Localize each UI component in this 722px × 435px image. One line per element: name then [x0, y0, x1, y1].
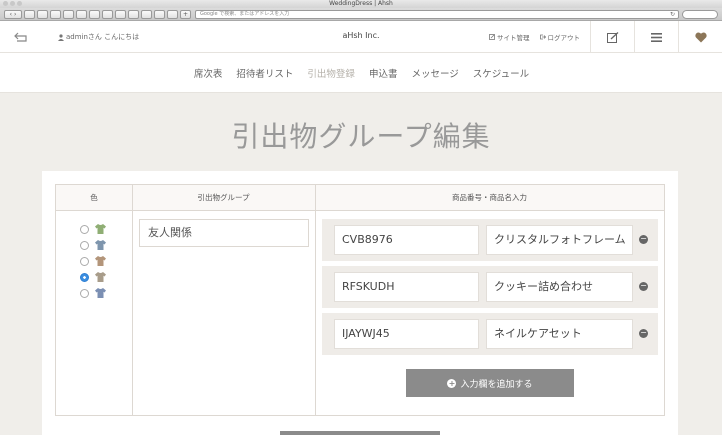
- brand-name[interactable]: aHsh Inc.: [342, 31, 379, 40]
- gift-shirt-icon: [95, 256, 106, 266]
- search-field[interactable]: [682, 10, 718, 19]
- color-options: [80, 221, 120, 301]
- product-name-input[interactable]: クリスタルフォトフレーム: [486, 225, 633, 255]
- menu-button[interactable]: [634, 21, 678, 53]
- color-option[interactable]: [80, 237, 120, 253]
- color-radio[interactable]: [80, 224, 89, 234]
- compose-button[interactable]: [590, 21, 634, 53]
- site-header: adminさん こんにちは aHsh Inc. サイト管理 ログアウト: [0, 21, 722, 53]
- code-icon[interactable]: [115, 9, 126, 19]
- submit-button[interactable]: [280, 431, 440, 435]
- nav-item-schedule[interactable]: スケジュール: [473, 66, 529, 80]
- nav-item-seating[interactable]: 席次表: [194, 66, 223, 80]
- product-name-input[interactable]: ネイルケアセット: [486, 319, 633, 349]
- page-title: 引出物グループ編集: [231, 120, 491, 153]
- window-controls[interactable]: [3, 1, 22, 6]
- table-header: 色 引出物グループ 商品番号・商品名入力: [56, 185, 664, 211]
- reader-icon[interactable]: [63, 9, 74, 19]
- logout-link[interactable]: ログアウト: [539, 32, 581, 42]
- gift-shirt-icon: [95, 288, 106, 298]
- gift-shirt-icon: [95, 240, 106, 250]
- user-greeting: adminさん こんにちは: [58, 32, 139, 42]
- link-icon[interactable]: [167, 9, 178, 19]
- gift-group-table: 色 引出物グループ 商品番号・商品名入力 友人関係 CVB8976 クリスタルフ…: [55, 184, 665, 416]
- plus-circle-icon: +: [447, 378, 457, 388]
- logout-label: ログアウト: [547, 34, 581, 42]
- new-tab-icon[interactable]: +: [180, 9, 191, 19]
- color-option[interactable]: [80, 253, 120, 269]
- product-row: CVB8976 クリスタルフォトフレーム −: [322, 219, 658, 261]
- address-placeholder: Google で検索、またはアドレスを入力: [200, 11, 290, 17]
- browser-toolbar: ‹ › + Google で検索、またはアドレスを入力 ↻: [0, 8, 722, 21]
- edit-card: 色 引出物グループ 商品番号・商品名入力 友人関係 CVB8976 クリスタルフ…: [42, 171, 678, 435]
- home-icon[interactable]: [50, 9, 61, 19]
- color-radio[interactable]: [80, 240, 89, 250]
- remove-row-icon[interactable]: −: [639, 329, 648, 338]
- color-radio[interactable]: [80, 256, 89, 266]
- reload-icon[interactable]: ↻: [670, 11, 675, 18]
- color-option[interactable]: [80, 269, 120, 285]
- remove-row-icon[interactable]: −: [639, 235, 648, 244]
- favorite-button[interactable]: [678, 21, 722, 53]
- share-icon[interactable]: [76, 9, 87, 19]
- cloud-icon[interactable]: [37, 9, 48, 19]
- greeting-text: adminさん こんにちは: [66, 33, 140, 41]
- twitter-icon[interactable]: [128, 9, 139, 19]
- mail-icon[interactable]: [89, 9, 100, 19]
- zoom-window-button[interactable]: [17, 1, 22, 6]
- header-items: 商品番号・商品名入力: [452, 193, 527, 202]
- back-icon[interactable]: [14, 30, 30, 44]
- color-option[interactable]: [80, 221, 120, 237]
- column-divider: [315, 185, 316, 415]
- product-code-input[interactable]: RFSKUDH: [334, 272, 479, 302]
- user-icon: [58, 33, 64, 41]
- product-row: RFSKUDH クッキー詰め合わせ −: [322, 266, 658, 308]
- gift-shirt-icon: [95, 272, 106, 282]
- nav-item-application[interactable]: 申込書: [369, 66, 398, 80]
- column-divider: [132, 185, 133, 415]
- site-admin-link[interactable]: サイト管理: [489, 32, 530, 42]
- compose-icon: [606, 31, 618, 43]
- window-titlebar: WeddingDress | Ahsh: [0, 0, 722, 8]
- product-row: IJAYWJ45 ネイルケアセット −: [322, 313, 658, 355]
- minimize-window-button[interactable]: [10, 1, 15, 6]
- hamburger-icon: [651, 32, 662, 42]
- back-forward-buttons[interactable]: ‹ ›: [4, 9, 22, 19]
- nav-item-messages[interactable]: メッセージ: [411, 66, 458, 80]
- add-row-label: 入力欄を追加する: [460, 379, 533, 390]
- product-code-input[interactable]: CVB8976: [334, 225, 479, 255]
- add-row-button[interactable]: + 入力欄を追加する: [406, 369, 574, 397]
- color-option[interactable]: [80, 285, 120, 301]
- nav-item-guest-list[interactable]: 招待者リスト: [236, 66, 293, 80]
- address-bar[interactable]: Google で検索、またはアドレスを入力 ↻: [195, 10, 679, 19]
- window-icon[interactable]: [154, 9, 165, 19]
- main-nav: 席次表 招待者リスト 引出物登録 申込書 メッセージ スケジュール: [0, 53, 722, 93]
- gift-shirt-icon: [95, 224, 106, 234]
- heart-icon: [694, 32, 707, 42]
- color-radio[interactable]: [80, 288, 89, 298]
- nav-item-gift-registration[interactable]: 引出物登録: [307, 66, 355, 80]
- header-group: 引出物グループ: [197, 193, 250, 202]
- bookmark-icon[interactable]: [102, 9, 113, 19]
- window-title: WeddingDress | Ahsh: [329, 0, 393, 7]
- close-window-button[interactable]: [3, 1, 8, 6]
- logout-icon: [539, 34, 546, 40]
- download-icon[interactable]: [141, 9, 152, 19]
- product-name-input[interactable]: クッキー詰め合わせ: [486, 272, 633, 302]
- sidebar-icon[interactable]: [24, 9, 35, 19]
- color-radio-selected[interactable]: [80, 272, 89, 282]
- header-color: 色: [90, 193, 98, 202]
- site-admin-label: サイト管理: [497, 34, 530, 42]
- product-code-input[interactable]: IJAYWJ45: [334, 319, 479, 349]
- remove-row-icon[interactable]: −: [639, 282, 648, 291]
- edit-icon: [489, 34, 495, 40]
- group-name-input[interactable]: 友人関係: [139, 219, 309, 247]
